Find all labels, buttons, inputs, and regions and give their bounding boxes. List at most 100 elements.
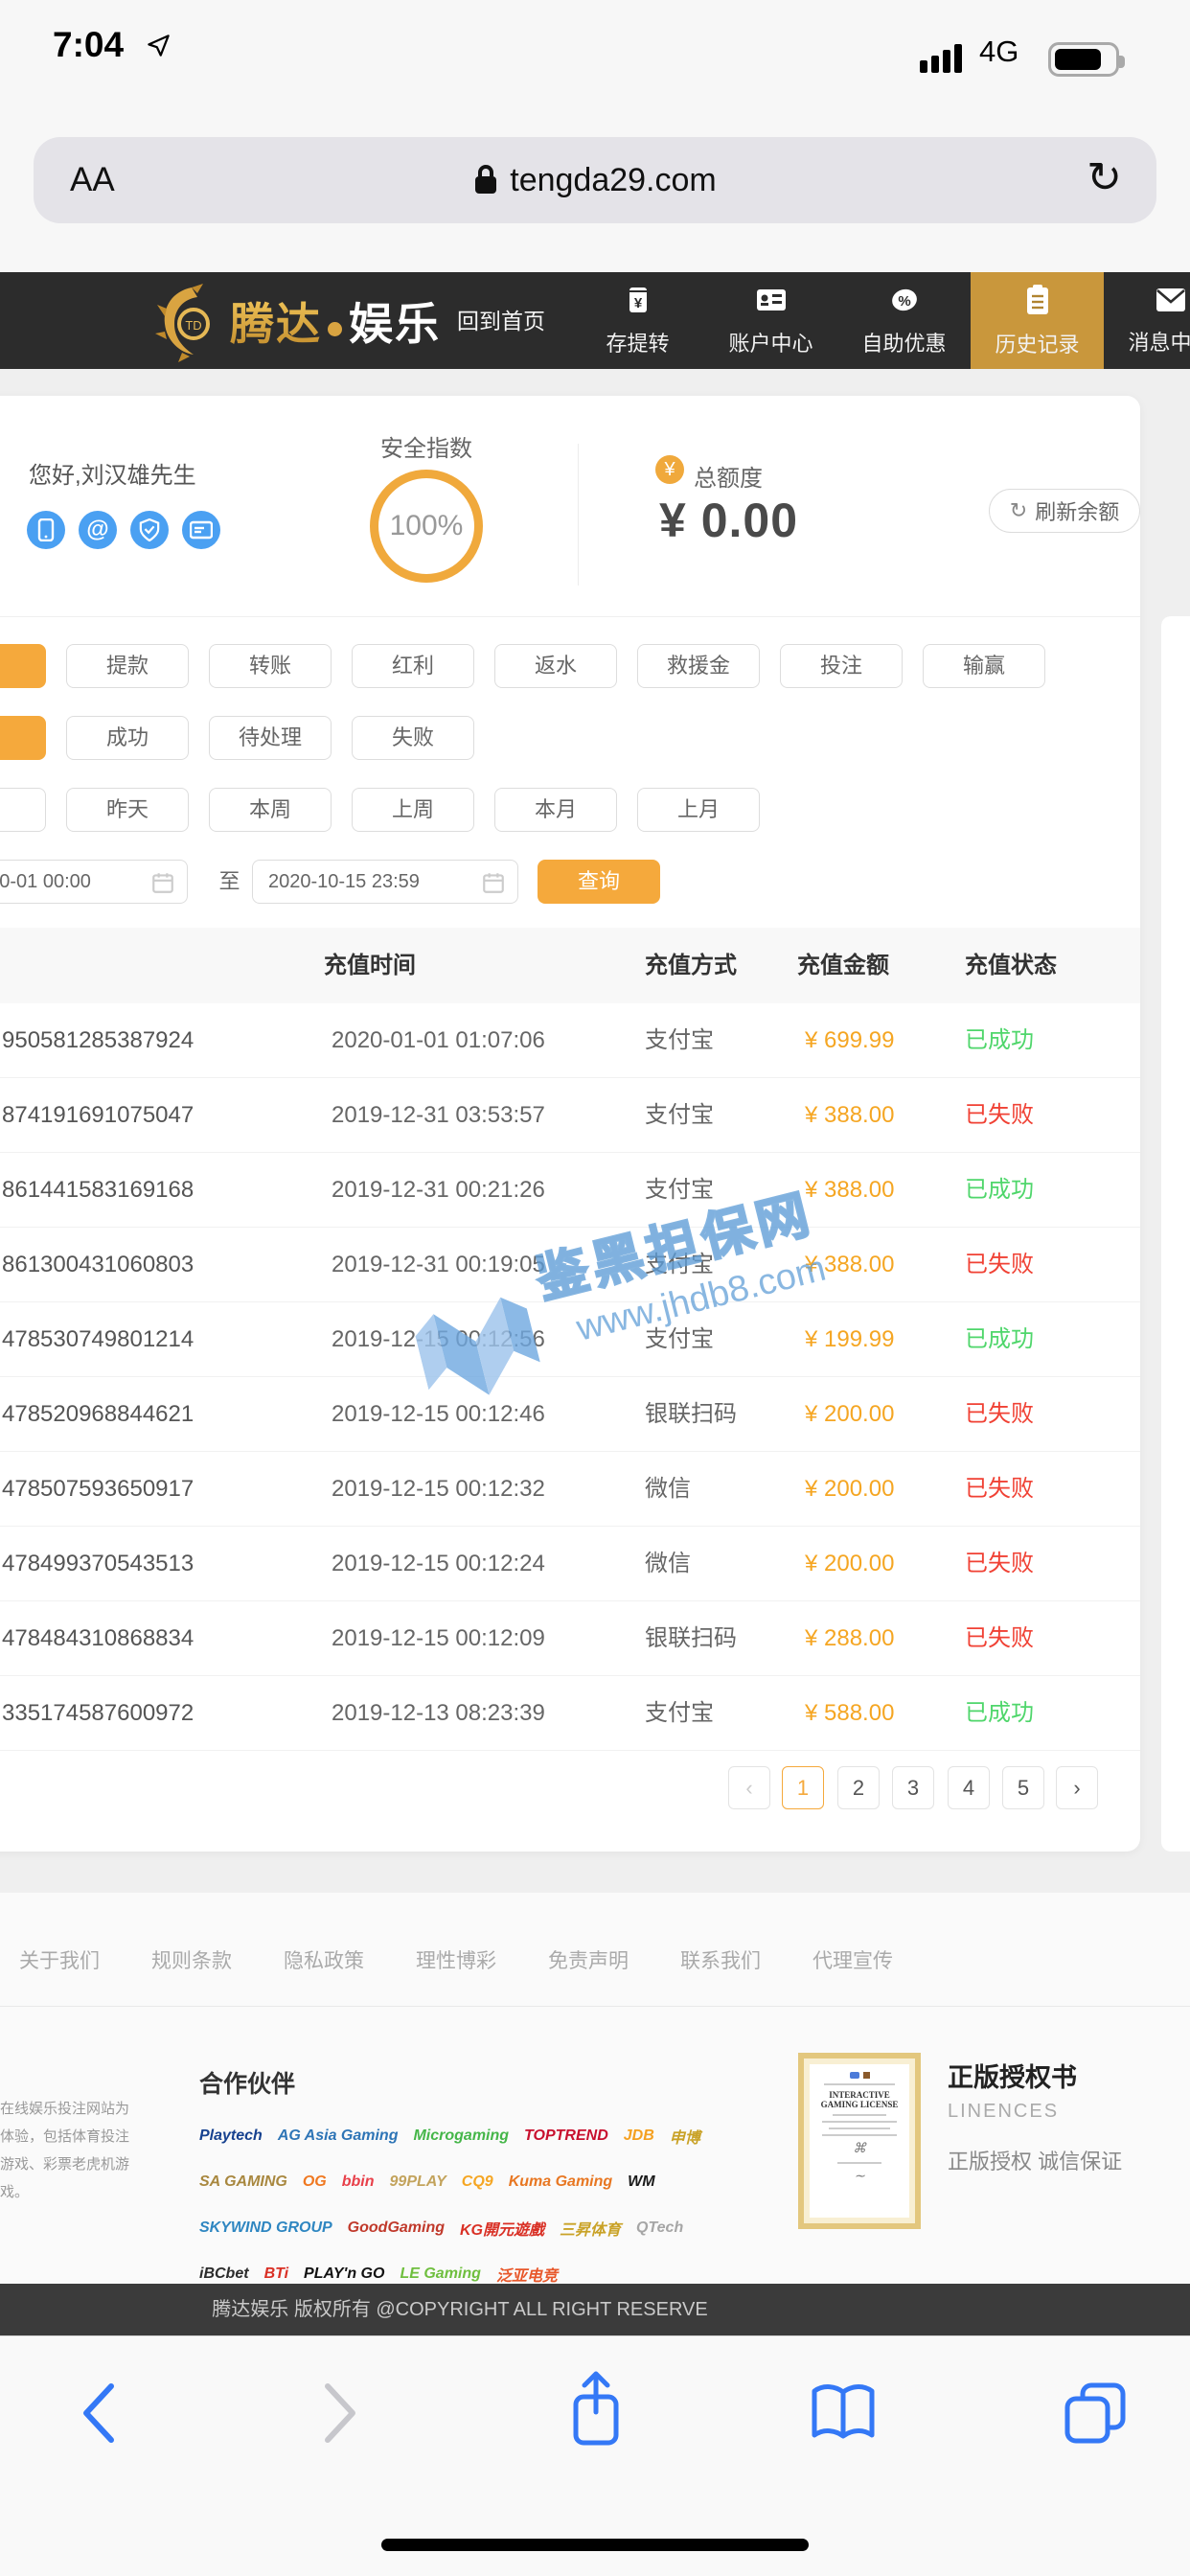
shield-check-icon[interactable] [130, 511, 169, 549]
filter-date-本月[interactable]: 本月 [494, 788, 617, 832]
side-card-edge [1161, 616, 1190, 1852]
partner-logo-WM: WM [628, 2174, 654, 2191]
cell-deposit-time: 2019-12-15 00:12:24 [332, 1527, 545, 1601]
pagination-prev[interactable]: ‹ [728, 1766, 770, 1809]
cell-deposit-amount: ¥ 200.00 [805, 1527, 894, 1601]
filter-date-上周[interactable]: 上周 [352, 788, 474, 832]
license-certificate-image: INTERACTIVE GAMING LICENSE ⌘ ∼ [798, 2053, 921, 2229]
cell-deposit-status: 已失败 [965, 1527, 1034, 1601]
filter-type-返水[interactable]: 返水 [494, 644, 617, 688]
network-type: 4G [979, 34, 1018, 69]
card-divider [0, 616, 1140, 617]
filter-type-红利[interactable]: 红利 [352, 644, 474, 688]
footer-about-line: 在线娱乐投注网站为 [0, 2095, 134, 2123]
partner-logo-GoodGaming: GoodGaming [348, 2220, 445, 2237]
footer-link-隐私政策[interactable]: 隐私政策 [284, 1945, 364, 1974]
nav-item-历史记录[interactable]: 历史记录 [971, 272, 1104, 369]
cell-deposit-status: 已成功 [965, 1302, 1034, 1377]
filter-date-本周[interactable]: 本周 [209, 788, 332, 832]
filter-status-成功[interactable]: 成功 [66, 716, 189, 760]
col-header-amount: 充值金额 [797, 928, 889, 1003]
url-bar[interactable]: AA tengda29.com ↻ [34, 137, 1156, 223]
cell-deposit-status: 已成功 [965, 1003, 1034, 1078]
partner-logo-QTech: QTech [636, 2220, 683, 2237]
filter-type-提款[interactable]: 提款 [66, 644, 189, 688]
cell-order-number: 478499370543513 [2, 1527, 194, 1601]
search-button[interactable]: 查询 [538, 860, 660, 904]
nav-item-自助优惠[interactable]: %自助优惠 [837, 272, 971, 369]
pagination-page-1[interactable]: 1 [782, 1766, 824, 1809]
url-text[interactable]: tengda29.com [510, 162, 717, 199]
calendar-icon [150, 870, 175, 895]
filter-type-转账[interactable]: 转账 [209, 644, 332, 688]
footer-link-代理宣传[interactable]: 代理宣传 [812, 1945, 893, 1974]
partner-logo-SKYWIND GROUP: SKYWIND GROUP [199, 2220, 332, 2237]
location-arrow-icon [146, 33, 172, 58]
logo-text-part2[interactable]: 娱乐 [349, 289, 441, 353]
cell-deposit-status: 已失败 [965, 1078, 1034, 1153]
forward-button[interactable] [318, 2380, 362, 2446]
footer-link-免责声明[interactable]: 免责声明 [548, 1945, 629, 1974]
partner-logo-Kuma Gaming: Kuma Gaming [509, 2174, 612, 2191]
footer-about-line: 游戏、彩票老虎机游 [0, 2150, 134, 2178]
date-to-input[interactable]: 2020-10-15 23:59 [252, 860, 518, 904]
pagination-page-4[interactable]: 4 [948, 1766, 990, 1809]
nav-item-消息中心[interactable]: 消息中心 [1104, 272, 1190, 369]
footer-link-关于我们[interactable]: 关于我们 [19, 1945, 100, 1974]
footer-divider [0, 2006, 1190, 2007]
cell-deposit-amount: ¥ 200.00 [805, 1452, 894, 1527]
footer-link-规则条款[interactable]: 规则条款 [151, 1945, 232, 1974]
filter-type-active-cut[interactable] [0, 644, 46, 688]
cell-deposit-method: 微信 [645, 1527, 691, 1601]
filter-date-today-cut[interactable] [0, 788, 46, 832]
tabs-button[interactable] [1060, 2381, 1131, 2445]
partner-logo-PLAY'n GO: PLAY'n GO [304, 2266, 384, 2283]
partner-logo-泛亚电竞: 泛亚电竞 [496, 2263, 558, 2286]
license-title: 正版授权书 [948, 2057, 1077, 2094]
footer-about-text: 在线娱乐投注网站为体验，包括体育投注游戏、彩票老虎机游戏。 [0, 2095, 134, 2206]
cell-order-number: 478484310868834 [2, 1601, 194, 1676]
table-row: 4785075936509172019-12-15 00:12:32微信¥ 20… [0, 1452, 1140, 1527]
nav-item-账户中心[interactable]: 账户中心 [704, 272, 837, 369]
bookmarks-button[interactable] [809, 2383, 878, 2443]
home-indicator[interactable] [381, 2539, 809, 2551]
at-email-icon[interactable]: @ [79, 511, 117, 549]
balance-label: 总额度 [694, 459, 763, 493]
cell-deposit-time: 2019-12-15 00:12:46 [332, 1377, 545, 1452]
partner-logo-iBCbet: iBCbet [199, 2266, 249, 2283]
footer-link-理性博彩[interactable]: 理性博彩 [416, 1945, 496, 1974]
filter-status-待处理[interactable]: 待处理 [209, 716, 332, 760]
partner-logo-row: PlaytechAG Asia GamingMicrogamingTOPTREN… [199, 2120, 750, 2152]
bank-card-icon[interactable] [182, 511, 220, 549]
date-from-input[interactable]: 2020-10-01 00:00 [0, 860, 188, 904]
browser-chrome: 7:04 4G AA tengda29.com ↻ [0, 0, 1190, 272]
filter-type-投注[interactable]: 投注 [780, 644, 903, 688]
pagination-page-2[interactable]: 2 [837, 1766, 880, 1809]
filter-date-上月[interactable]: 上月 [637, 788, 760, 832]
svg-text:%: % [898, 293, 910, 310]
footer-link-联系我们[interactable]: 联系我们 [680, 1945, 761, 1974]
pagination-page-5[interactable]: 5 [1002, 1766, 1044, 1809]
table-row: 8614415831691682019-12-31 00:21:26支付宝¥ 3… [0, 1153, 1140, 1228]
filter-type-救援金[interactable]: 救援金 [637, 644, 760, 688]
partner-logo-KG開元遊戲: KG開元遊戲 [460, 2217, 544, 2240]
table-row: 8741916910750472019-12-31 03:53:57支付宝¥ 3… [0, 1078, 1140, 1153]
back-button[interactable] [77, 2380, 121, 2446]
filter-date-昨天[interactable]: 昨天 [66, 788, 189, 832]
nav-item-存提转[interactable]: ¥存提转 [571, 272, 704, 369]
pagination-page-3[interactable]: 3 [892, 1766, 934, 1809]
cell-deposit-amount: ¥ 388.00 [805, 1228, 894, 1302]
logo-text-part1[interactable]: 腾达 [230, 289, 322, 353]
lock-icon [473, 164, 498, 196]
refresh-balance-button[interactable]: ↻刷新余额 [989, 489, 1140, 533]
table-row: 3351745876009722019-12-13 08:23:39支付宝¥ 5… [0, 1676, 1140, 1751]
filter-status-失败[interactable]: 失败 [352, 716, 474, 760]
share-button[interactable] [568, 2370, 624, 2452]
table-row: 4784843108688342019-12-15 00:12:09银联扫码¥ … [0, 1601, 1140, 1676]
filter-status-active-cut[interactable] [0, 716, 46, 760]
reload-icon[interactable]: ↻ [1087, 137, 1122, 223]
pagination-next[interactable]: › [1056, 1766, 1098, 1809]
back-to-home-link[interactable]: 回到首页 [457, 303, 545, 335]
filter-type-输赢[interactable]: 输赢 [923, 644, 1045, 688]
phone-icon[interactable] [27, 511, 65, 549]
